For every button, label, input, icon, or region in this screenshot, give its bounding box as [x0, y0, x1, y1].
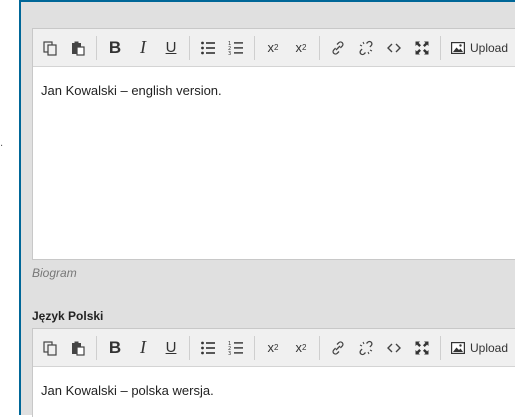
copy-icon[interactable] — [36, 34, 64, 62]
bullet-list-icon[interactable] — [194, 34, 222, 62]
toolbar-separator — [189, 35, 190, 60]
upload-label: Upload — [470, 40, 509, 55]
unlink-icon[interactable] — [352, 334, 380, 362]
italic-icon[interactable]: I — [129, 34, 157, 62]
superscript-icon[interactable]: x2 — [259, 334, 287, 362]
svg-text:3: 3 — [228, 351, 231, 356]
fullscreen-icon[interactable] — [408, 34, 436, 62]
numbered-list-icon[interactable]: 123 — [222, 334, 250, 362]
editor-english: B I U 123 x2 x2 Upload Jan Kowalski – en… — [32, 28, 515, 260]
toolbar-separator — [440, 35, 441, 60]
editor-toolbar: B I U 123 x2 x2 Upload — [33, 29, 515, 67]
link-icon[interactable] — [324, 34, 352, 62]
toolbar-separator — [96, 35, 97, 60]
paste-icon[interactable] — [64, 334, 92, 362]
link-icon[interactable] — [324, 334, 352, 362]
editor-content-polish[interactable]: Jan Kowalski – polska wersja. — [33, 367, 515, 414]
copy-icon[interactable] — [36, 334, 64, 362]
paste-icon[interactable] — [64, 34, 92, 62]
upload-button[interactable]: Upload — [445, 334, 512, 362]
superscript-icon[interactable]: x2 — [259, 34, 287, 62]
toolbar-separator — [319, 335, 320, 360]
toolbar-separator — [189, 335, 190, 360]
bold-icon[interactable]: B — [101, 334, 129, 362]
biography-panel: B I U 123 x2 x2 Upload Jan Kowalski – en… — [19, 0, 515, 417]
code-icon[interactable] — [380, 334, 408, 362]
underline-icon[interactable]: U — [157, 34, 185, 62]
bold-icon[interactable]: B — [101, 34, 129, 62]
upload-button[interactable]: Upload — [445, 34, 512, 62]
content-text: Jan Kowalski – polska wersja. — [41, 383, 214, 398]
code-icon[interactable] — [380, 34, 408, 62]
italic-icon[interactable]: I — [129, 334, 157, 362]
subscript-icon[interactable]: x2 — [287, 34, 315, 62]
upload-label: Upload — [470, 340, 509, 355]
underline-icon[interactable]: U — [157, 334, 185, 362]
editor-polish: B I U 123 x2 x2 Upload Jan Kowalski – po… — [32, 328, 515, 417]
fullscreen-icon[interactable] — [408, 334, 436, 362]
field-helper-text: Biogram — [32, 266, 77, 280]
toolbar-separator — [440, 335, 441, 360]
unlink-icon[interactable] — [352, 34, 380, 62]
editor-toolbar: B I U 123 x2 x2 Upload — [33, 329, 515, 367]
numbered-list-icon[interactable]: 123 — [222, 34, 250, 62]
toolbar-separator — [96, 335, 97, 360]
stray-mark: · — [0, 141, 4, 152]
editor-content-english[interactable]: Jan Kowalski – english version. — [33, 67, 515, 114]
toolbar-separator — [254, 35, 255, 60]
content-text: Jan Kowalski – english version. — [41, 83, 222, 98]
section-label-polish: Język Polski — [32, 309, 104, 323]
subscript-icon[interactable]: x2 — [287, 334, 315, 362]
toolbar-separator — [254, 335, 255, 360]
toolbar-separator — [319, 35, 320, 60]
bullet-list-icon[interactable] — [194, 334, 222, 362]
image-upload-icon — [451, 41, 465, 54]
svg-text:3: 3 — [228, 51, 231, 56]
image-upload-icon — [451, 341, 465, 354]
